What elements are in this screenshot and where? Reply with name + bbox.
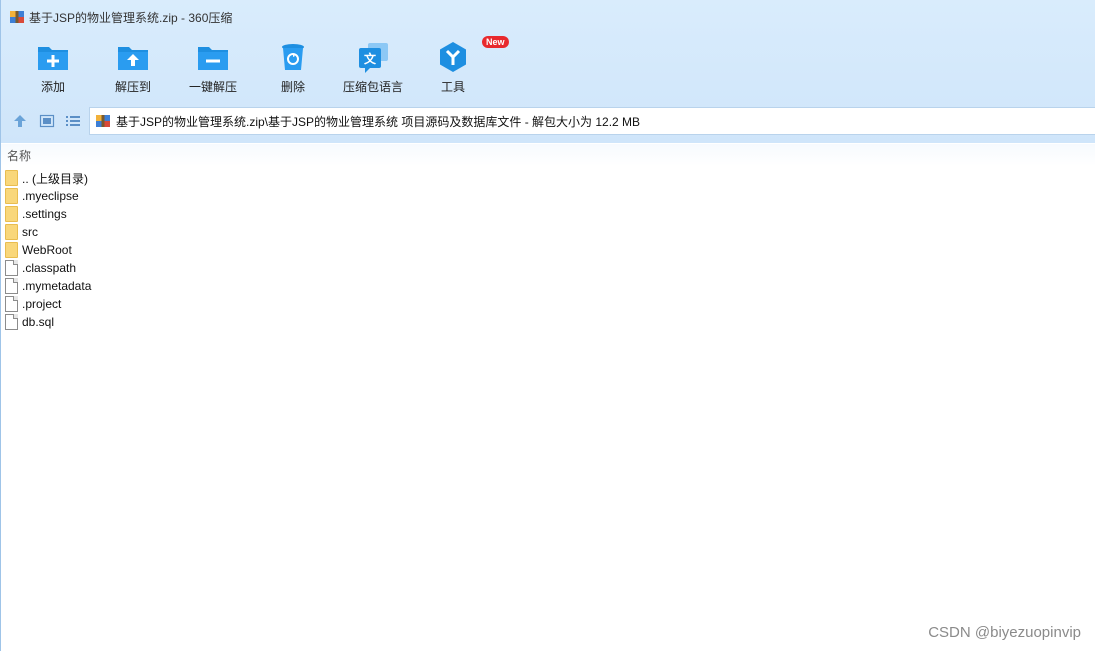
app-window: 基于JSP的物业管理系统.zip - 360压缩 添加 解压到 一键解压 删除 … [0,0,1095,651]
add-button[interactable]: 添加 [13,36,93,98]
item-name: src [22,225,38,239]
list-item[interactable]: .project [5,295,405,313]
folder-icon [5,188,18,204]
svg-text:文: 文 [364,51,377,66]
zip-file-icon [95,113,111,129]
archive-language-button[interactable]: 文 压缩包语言 [333,36,413,98]
list-item[interactable]: WebRoot [5,241,405,259]
quick-extract-button[interactable]: 一键解压 [173,36,253,98]
add-label: 添加 [40,80,65,94]
list-item[interactable]: .. (上级目录) [5,169,405,187]
file-icon [5,314,18,330]
tools-button[interactable]: New 工具 [413,36,509,98]
folder-icon [5,224,18,240]
tools-icon: New [436,36,509,74]
list-item[interactable]: .settings [5,205,405,223]
item-name: .myeclipse [22,189,79,203]
item-name: .classpath [22,261,77,275]
address-bar[interactable]: 基于JSP的物业管理系统.zip\基于JSP的物业管理系统 项目源码及数据库文件… [89,107,1095,135]
toolbar: 添加 解压到 一键解压 删除 文 压缩包语言 New 工具 [1,36,1095,98]
extract-to-button[interactable]: 解压到 [93,36,173,98]
file-icon [5,296,18,312]
folder-extract-icon [116,40,150,74]
up-arrow-icon[interactable] [12,113,28,129]
nav-bar: 基于JSP的物业管理系统.zip\基于JSP的物业管理系统 项目源码及数据库文件… [1,107,1095,135]
list-view-icon[interactable] [65,113,81,129]
list-item[interactable]: .classpath [5,259,405,277]
watermark: CSDN @biyezuopinvip [928,624,1081,641]
list-item[interactable]: src [5,223,405,241]
folder-icon [5,242,18,258]
address-path: 基于JSP的物业管理系统.zip\基于JSP的物业管理系统 项目源码及数据库文件… [116,114,641,129]
zip-app-icon [9,9,25,25]
delete-button[interactable]: 删除 [253,36,333,98]
list-item[interactable]: .mymetadata [5,277,405,295]
file-icon [5,278,18,294]
quick-extract-label: 一键解压 [188,80,237,94]
item-name: db.sql [22,315,55,329]
file-icon [5,260,18,276]
item-name: .project [22,297,62,311]
delete-label: 删除 [280,80,305,94]
folder-quick-extract-icon [196,40,230,74]
window-title: 基于JSP的物业管理系统.zip - 360压缩 [29,10,233,25]
item-name: .settings [22,207,67,221]
list-item[interactable]: db.sql [5,313,405,331]
list-item[interactable]: .myeclipse [5,187,405,205]
folder-icon [5,206,18,222]
item-name: WebRoot [22,243,72,257]
item-name: .mymetadata [22,279,92,293]
new-badge: New [482,36,509,48]
column-header-name[interactable]: 名称 [1,144,1095,166]
folder-icon [5,170,18,186]
thumbnail-view-icon[interactable] [39,113,55,129]
title-bar[interactable]: 基于JSP的物业管理系统.zip - 360压缩 [1,0,1095,34]
item-name: .. (上级目录) [22,171,88,186]
top-band: 基于JSP的物业管理系统.zip - 360压缩 添加 解压到 一键解压 删除 … [1,0,1095,143]
archive-language-label: 压缩包语言 [342,80,403,94]
language-icon: 文 [356,40,390,74]
extract-to-label: 解压到 [114,80,151,94]
file-list: .. (上级目录) .myeclipse .settings src WebRo… [5,169,405,331]
tools-label: 工具 [440,80,465,94]
trash-icon [276,40,310,74]
folder-add-icon [36,40,70,74]
column-name-label: 名称 [7,148,32,163]
